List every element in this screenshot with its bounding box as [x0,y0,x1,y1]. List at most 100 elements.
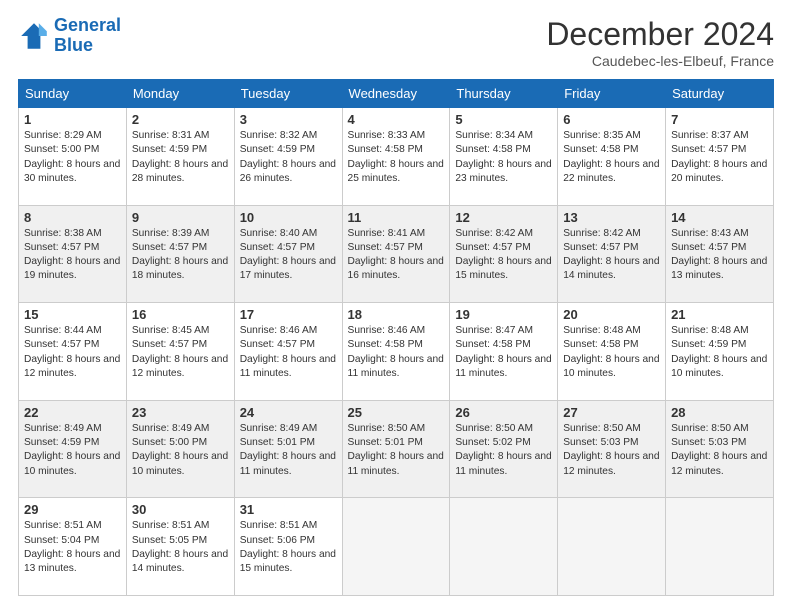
day-number: 16 [132,307,229,322]
sunrise: Sunrise: 8:43 AM [671,228,749,239]
day-number: 10 [240,210,337,225]
day-info: Sunrise: 8:31 AM Sunset: 4:59 PM Dayligh… [132,129,229,186]
sunrise: Sunrise: 8:29 AM [24,130,102,141]
sunset: Sunset: 5:06 PM [240,535,315,546]
calendar-day-cell: 24 Sunrise: 8:49 AM Sunset: 5:01 PM Dayl… [234,400,342,498]
sunset: Sunset: 4:57 PM [24,339,99,350]
sunrise: Sunrise: 8:44 AM [24,325,102,336]
sunrise: Sunrise: 8:50 AM [563,423,641,434]
sunrise: Sunrise: 8:37 AM [671,130,749,141]
calendar-day-cell: 30 Sunrise: 8:51 AM Sunset: 5:05 PM Dayl… [126,498,234,596]
sunset: Sunset: 5:05 PM [132,535,207,546]
day-number: 5 [455,112,552,127]
calendar-day-cell: 16 Sunrise: 8:45 AM Sunset: 4:57 PM Dayl… [126,303,234,401]
calendar-week-row: 22 Sunrise: 8:49 AM Sunset: 4:59 PM Dayl… [19,400,774,498]
daylight: Daylight: 8 hours and 12 minutes. [24,354,120,379]
sunset: Sunset: 4:59 PM [671,339,746,350]
day-number: 24 [240,405,337,420]
day-info: Sunrise: 8:51 AM Sunset: 5:05 PM Dayligh… [132,519,229,576]
day-info: Sunrise: 8:49 AM Sunset: 5:01 PM Dayligh… [240,422,337,479]
sunset: Sunset: 4:57 PM [240,339,315,350]
daylight: Daylight: 8 hours and 20 minutes. [671,159,767,184]
daylight: Daylight: 8 hours and 12 minutes. [671,451,767,476]
calendar-day-cell [450,498,558,596]
calendar-day-cell: 23 Sunrise: 8:49 AM Sunset: 5:00 PM Dayl… [126,400,234,498]
calendar-week-row: 1 Sunrise: 8:29 AM Sunset: 5:00 PM Dayli… [19,108,774,206]
day-number: 2 [132,112,229,127]
calendar-week-row: 29 Sunrise: 8:51 AM Sunset: 5:04 PM Dayl… [19,498,774,596]
day-number: 26 [455,405,552,420]
day-info: Sunrise: 8:45 AM Sunset: 4:57 PM Dayligh… [132,324,229,381]
day-number: 28 [671,405,768,420]
sunrise: Sunrise: 8:51 AM [24,520,102,531]
day-info: Sunrise: 8:38 AM Sunset: 4:57 PM Dayligh… [24,227,121,284]
sunset: Sunset: 5:03 PM [671,437,746,448]
day-info: Sunrise: 8:32 AM Sunset: 4:59 PM Dayligh… [240,129,337,186]
sunset: Sunset: 4:58 PM [563,144,638,155]
sunrise: Sunrise: 8:47 AM [455,325,533,336]
calendar-day-cell: 15 Sunrise: 8:44 AM Sunset: 4:57 PM Dayl… [19,303,127,401]
daylight: Daylight: 8 hours and 15 minutes. [455,256,551,281]
calendar-day-cell: 21 Sunrise: 8:48 AM Sunset: 4:59 PM Dayl… [666,303,774,401]
sunset: Sunset: 4:57 PM [563,242,638,253]
day-info: Sunrise: 8:43 AM Sunset: 4:57 PM Dayligh… [671,227,768,284]
calendar-day-cell: 19 Sunrise: 8:47 AM Sunset: 4:58 PM Dayl… [450,303,558,401]
daylight: Daylight: 8 hours and 11 minutes. [240,354,336,379]
day-number: 11 [348,210,445,225]
sunrise: Sunrise: 8:45 AM [132,325,210,336]
day-info: Sunrise: 8:29 AM Sunset: 5:00 PM Dayligh… [24,129,121,186]
daylight: Daylight: 8 hours and 15 minutes. [240,549,336,574]
daylight: Daylight: 8 hours and 14 minutes. [563,256,659,281]
day-number: 14 [671,210,768,225]
calendar-day-cell: 3 Sunrise: 8:32 AM Sunset: 4:59 PM Dayli… [234,108,342,206]
day-info: Sunrise: 8:49 AM Sunset: 4:59 PM Dayligh… [24,422,121,479]
daylight: Daylight: 8 hours and 12 minutes. [563,451,659,476]
sunrise: Sunrise: 8:50 AM [671,423,749,434]
sunrise: Sunrise: 8:34 AM [455,130,533,141]
calendar-day-cell: 1 Sunrise: 8:29 AM Sunset: 5:00 PM Dayli… [19,108,127,206]
daylight: Daylight: 8 hours and 17 minutes. [240,256,336,281]
daylight: Daylight: 8 hours and 11 minutes. [240,451,336,476]
sunset: Sunset: 4:58 PM [348,144,423,155]
day-number: 8 [24,210,121,225]
day-info: Sunrise: 8:39 AM Sunset: 4:57 PM Dayligh… [132,227,229,284]
day-number: 18 [348,307,445,322]
sunrise: Sunrise: 8:49 AM [24,423,102,434]
day-info: Sunrise: 8:46 AM Sunset: 4:57 PM Dayligh… [240,324,337,381]
sunset: Sunset: 4:58 PM [348,339,423,350]
day-number: 20 [563,307,660,322]
sunrise: Sunrise: 8:48 AM [671,325,749,336]
sunset: Sunset: 5:00 PM [24,144,99,155]
day-info: Sunrise: 8:48 AM Sunset: 4:58 PM Dayligh… [563,324,660,381]
sunrise: Sunrise: 8:51 AM [240,520,318,531]
page: General Blue December 2024 Caudebec-les-… [0,0,792,612]
daylight: Daylight: 8 hours and 10 minutes. [132,451,228,476]
calendar-day-cell [666,498,774,596]
sunrise: Sunrise: 8:38 AM [24,228,102,239]
sunset: Sunset: 4:57 PM [671,242,746,253]
sunset: Sunset: 5:02 PM [455,437,530,448]
logo-icon [18,20,50,52]
calendar: Sunday Monday Tuesday Wednesday Thursday… [18,79,774,596]
daylight: Daylight: 8 hours and 28 minutes. [132,159,228,184]
calendar-week-row: 15 Sunrise: 8:44 AM Sunset: 4:57 PM Dayl… [19,303,774,401]
sunset: Sunset: 4:58 PM [455,339,530,350]
day-info: Sunrise: 8:42 AM Sunset: 4:57 PM Dayligh… [455,227,552,284]
day-number: 31 [240,502,337,517]
calendar-day-cell: 14 Sunrise: 8:43 AM Sunset: 4:57 PM Dayl… [666,205,774,303]
day-number: 12 [455,210,552,225]
daylight: Daylight: 8 hours and 19 minutes. [24,256,120,281]
calendar-day-cell: 26 Sunrise: 8:50 AM Sunset: 5:02 PM Dayl… [450,400,558,498]
daylight: Daylight: 8 hours and 23 minutes. [455,159,551,184]
sunset: Sunset: 4:57 PM [132,339,207,350]
sunset: Sunset: 5:01 PM [348,437,423,448]
sunset: Sunset: 4:59 PM [24,437,99,448]
sunrise: Sunrise: 8:49 AM [132,423,210,434]
sunrise: Sunrise: 8:42 AM [563,228,641,239]
daylight: Daylight: 8 hours and 26 minutes. [240,159,336,184]
calendar-day-cell: 12 Sunrise: 8:42 AM Sunset: 4:57 PM Dayl… [450,205,558,303]
col-monday: Monday [126,80,234,108]
calendar-day-cell: 20 Sunrise: 8:48 AM Sunset: 4:58 PM Dayl… [558,303,666,401]
sunrise: Sunrise: 8:35 AM [563,130,641,141]
day-number: 4 [348,112,445,127]
